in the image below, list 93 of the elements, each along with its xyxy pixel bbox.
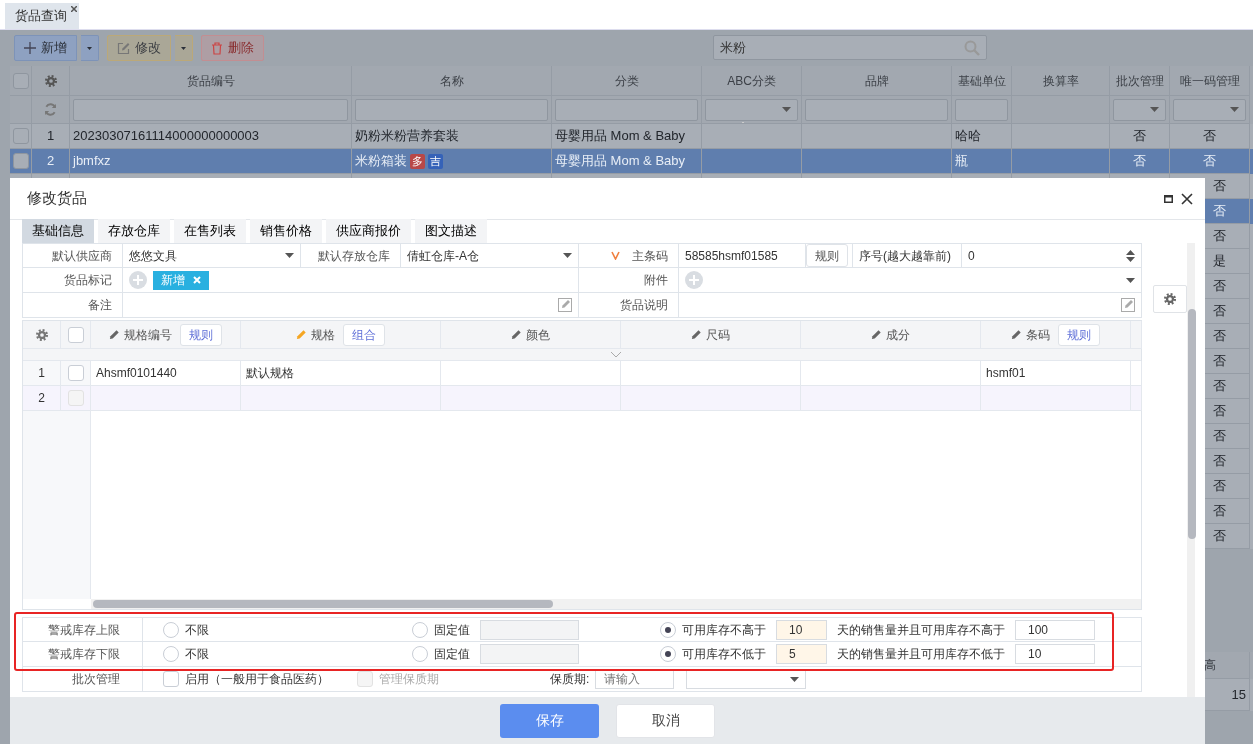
option-label: 固定值: [434, 621, 470, 639]
filter-select[interactable]: [1173, 98, 1246, 121]
field-label: 天的销售量并且可用库存不高于: [837, 621, 1005, 639]
option-label: 不限: [185, 646, 209, 663]
table-cell-text: 奶粉米粉营养套装: [355, 127, 459, 146]
input-field[interactable]: 100: [1015, 619, 1095, 640]
table-row[interactable]: 2 jbmfxz 米粉箱装 多 吉 母婴用品 Mom & Baby 瓶 否 否: [10, 149, 1253, 174]
column-header: 尺码: [706, 326, 730, 344]
caret-icon: [790, 676, 800, 682]
tag: 吉: [428, 153, 443, 169]
scrollbar-thumb[interactable]: [93, 600, 553, 608]
tab[interactable]: 供应商报价: [326, 219, 411, 243]
input-field[interactable]: 10: [776, 619, 827, 640]
column-header: 成分: [886, 326, 910, 344]
checkbox[interactable]: [13, 153, 29, 169]
radio-button[interactable]: [660, 646, 676, 662]
radio-button[interactable]: [660, 621, 676, 638]
tab[interactable]: 在售列表: [174, 219, 246, 243]
edit-icon: [117, 41, 130, 55]
rule-button[interactable]: 组合: [343, 323, 385, 346]
rule-button[interactable]: 规则: [180, 323, 222, 346]
table-cell-text: 米粉箱装: [355, 152, 407, 171]
caret-icon: [181, 45, 186, 51]
radio-button[interactable]: [412, 646, 428, 662]
field-label: 警戒库存下限: [23, 642, 143, 666]
close-icon[interactable]: [1181, 192, 1193, 205]
field-label: 批次管理: [23, 667, 143, 691]
input-field[interactable]: 请输入: [595, 669, 675, 689]
refresh-icon[interactable]: [44, 103, 57, 116]
dropdown-toggle[interactable]: [175, 35, 193, 61]
scrollbar-thumb[interactable]: [1188, 309, 1196, 539]
option-label: 管理保质期: [379, 671, 439, 688]
filter-field[interactable]: [355, 98, 548, 121]
radio-button[interactable]: [412, 621, 428, 638]
option-label: 可用库存不高于: [682, 621, 766, 639]
caret-icon: [782, 107, 791, 112]
row-number: 1: [23, 361, 61, 386]
tag: 多: [410, 153, 425, 169]
column-header: 条码: [1026, 326, 1050, 344]
rule-button[interactable]: 规则: [1058, 323, 1100, 346]
input-field[interactable]: 5: [776, 644, 827, 664]
column-header: 颜色: [526, 326, 550, 344]
maximize-icon[interactable]: [1164, 194, 1173, 203]
tab[interactable]: 基础信息: [22, 219, 94, 243]
radio-button[interactable]: [163, 646, 179, 662]
table-row[interactable]: 2: [23, 386, 1141, 411]
filter-field[interactable]: [955, 98, 1008, 121]
tab[interactable]: 销售价格: [250, 219, 322, 243]
cancel-button[interactable]: 取消: [616, 703, 715, 738]
add-button[interactable]: 新增: [14, 35, 77, 61]
search-icon[interactable]: [964, 39, 980, 56]
settings-button[interactable]: [1153, 285, 1187, 313]
caret-icon: [1150, 107, 1159, 112]
close-icon[interactable]: [71, 6, 77, 12]
checkbox[interactable]: [163, 671, 179, 687]
settings-icon: [43, 73, 58, 88]
option-label: 可用库存不低于: [682, 646, 766, 663]
settings-icon: [34, 327, 49, 342]
select-field[interactable]: [686, 669, 807, 689]
field-label: 保质期:: [550, 671, 590, 688]
option-label: 不限: [185, 621, 209, 639]
option-label: 固定值: [434, 646, 470, 663]
filter-select[interactable]: [705, 98, 798, 121]
expand-icon[interactable]: [611, 352, 621, 357]
radio-button[interactable]: [163, 621, 179, 638]
table-row[interactable]: 1 20230307161114000000000003 奶粉米粉营养套装 母婴用品 Mom & Baby 哈哈 否 否: [10, 124, 1253, 149]
checkbox[interactable]: [12, 72, 29, 89]
option-label: 启用（一般用于食品医药）: [185, 671, 329, 688]
row-number: 2: [23, 386, 61, 411]
caret-icon: [1230, 107, 1239, 112]
trash-icon: [211, 41, 223, 55]
settings-icon: [1163, 292, 1177, 306]
edit-button[interactable]: 修改: [107, 35, 171, 61]
page-tab[interactable]: 货品查询: [5, 3, 79, 29]
tab[interactable]: 图文描述: [415, 219, 487, 243]
dropdown-toggle[interactable]: [81, 35, 99, 61]
column-header: 规格编号: [124, 326, 172, 344]
column-header: 规格: [311, 326, 335, 344]
filter-select[interactable]: [1113, 98, 1166, 121]
plus-icon: [24, 42, 36, 54]
caret-icon: [87, 45, 92, 51]
filter-field[interactable]: [805, 98, 948, 121]
checkbox[interactable]: [13, 128, 29, 144]
checkbox[interactable]: [67, 365, 84, 381]
field-label: 天的销售量并且可用库存不低于: [837, 646, 1005, 663]
field-label: 警戒库存上限: [23, 618, 143, 641]
filter-field[interactable]: [73, 98, 348, 121]
checkbox[interactable]: [67, 326, 84, 343]
tab[interactable]: 存放仓库: [98, 219, 170, 243]
dialog-title: 修改货品: [27, 188, 87, 209]
search-field[interactable]: 米粉: [713, 35, 987, 60]
filter-field[interactable]: [555, 98, 698, 121]
input-field[interactable]: 10: [1015, 644, 1095, 664]
